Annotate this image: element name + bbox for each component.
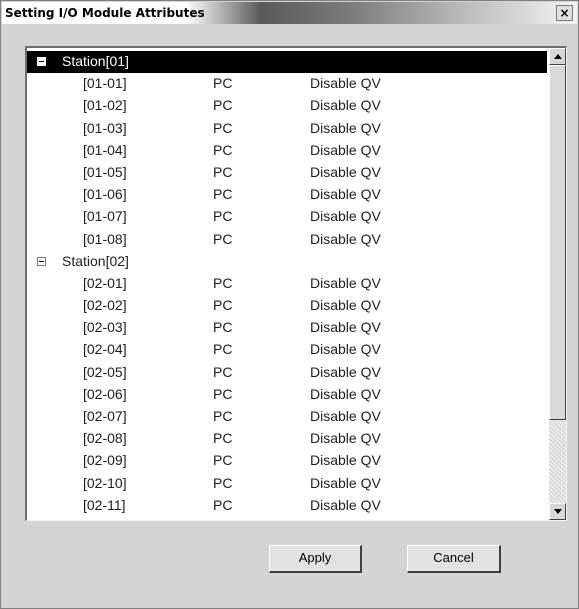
module-attribute: Disable QV: [310, 297, 381, 314]
module-id: [01-08]: [83, 230, 127, 247]
io-module-attributes-dialog: Setting I/O Module Attributes × Station[…: [0, 0, 579, 609]
module-id: [02-06]: [83, 385, 127, 402]
module-attribute: Disable QV: [310, 97, 381, 114]
module-id: [01-07]: [83, 208, 127, 225]
module-attribute: Disable QV: [310, 363, 381, 380]
module-id: [02-09]: [83, 452, 127, 469]
module-attribute: Disable QV: [310, 208, 381, 225]
module-attribute: Disable QV: [310, 496, 381, 513]
module-id: [02-08]: [83, 430, 127, 447]
tree-module-row[interactable]: [02-10] PC Disable QV: [27, 473, 547, 495]
tree-module-row[interactable]: [01-08] PC Disable QV: [27, 229, 547, 251]
scroll-up-button[interactable]: [549, 48, 566, 65]
scroll-down-button[interactable]: [549, 503, 566, 520]
station-label: Station[02]: [62, 252, 129, 269]
module-id: [02-10]: [83, 474, 127, 491]
module-id: [02-05]: [83, 363, 127, 380]
module-attribute: Disable QV: [310, 119, 381, 136]
window-title: Setting I/O Module Attributes: [5, 6, 205, 20]
module-id: [01-02]: [83, 97, 127, 114]
module-type: PC: [213, 430, 233, 447]
module-id: [02-07]: [83, 408, 127, 424]
tree-rows: Station[01] [01-01] PC Disable QV [01-02] PC D…: [27, 51, 547, 517]
module-type: PC: [213, 297, 233, 314]
module-id: [02-02]: [83, 297, 127, 314]
collapse-minus-icon[interactable]: [37, 256, 46, 266]
module-type: PC: [213, 208, 233, 225]
module-tree[interactable]: Station[01] [01-01] PC Disable QV [01-02] PC D…: [25, 46, 567, 521]
module-id: [02-03]: [83, 319, 127, 336]
module-id: [02-01]: [83, 274, 127, 291]
module-attribute: Disable QV: [310, 141, 381, 158]
module-attribute: Disable QV: [310, 274, 381, 291]
vertical-scrollbar[interactable]: [549, 48, 566, 520]
cancel-button[interactable]: Cancel: [407, 545, 501, 573]
module-type: PC: [213, 75, 233, 92]
tree-module-row[interactable]: [01-01] PC Disable QV: [27, 73, 547, 95]
module-type: PC: [213, 496, 233, 513]
tree-module-row[interactable]: [02-09] PC Disable QV: [27, 450, 547, 472]
module-type: PC: [213, 408, 233, 424]
module-type: PC: [213, 230, 233, 247]
module-attribute: Disable QV: [310, 230, 381, 247]
module-type: PC: [213, 385, 233, 402]
module-type: PC: [213, 363, 233, 380]
module-id: [02-11]: [83, 496, 126, 513]
module-attribute: Disable QV: [310, 163, 381, 180]
tree-module-row[interactable]: [02-02] PC Disable QV: [27, 295, 547, 317]
apply-button[interactable]: Apply: [269, 545, 362, 573]
close-button[interactable]: ×: [556, 5, 573, 21]
module-attribute: Disable QV: [310, 341, 381, 358]
tree-module-row[interactable]: [02-07] PC Disable QV: [27, 406, 547, 428]
module-type: PC: [213, 452, 233, 469]
tree-module-row[interactable]: [02-06] PC Disable QV: [27, 384, 547, 406]
tree-module-row[interactable]: [01-05] PC Disable QV: [27, 162, 547, 184]
module-type: PC: [213, 97, 233, 114]
module-attribute: Disable QV: [310, 319, 381, 336]
module-type: PC: [213, 119, 233, 136]
scroll-thumb[interactable]: [549, 65, 566, 420]
module-attribute: Disable QV: [310, 75, 381, 92]
module-attribute: Disable QV: [310, 452, 381, 469]
module-attribute: Disable QV: [310, 408, 381, 424]
module-attribute: Disable QV: [310, 474, 381, 491]
title-bar[interactable]: Setting I/O Module Attributes ×: [2, 2, 577, 24]
tree-module-row[interactable]: [02-03] PC Disable QV: [27, 317, 547, 339]
module-id: [01-01]: [83, 75, 127, 92]
tree-module-row[interactable]: [02-04] PC Disable QV: [27, 339, 547, 361]
tree-module-row[interactable]: [02-05] PC Disable QV: [27, 362, 547, 384]
module-id: [02-04]: [83, 341, 127, 358]
module-type: PC: [213, 474, 233, 491]
collapse-minus-icon[interactable]: [37, 57, 46, 66]
tree-module-row[interactable]: [02-08] PC Disable QV: [27, 428, 547, 450]
tree-module-row[interactable]: [01-03] PC Disable QV: [27, 118, 547, 140]
tree-module-row[interactable]: [01-06] PC Disable QV: [27, 184, 547, 206]
module-type: PC: [213, 319, 233, 336]
module-type: PC: [213, 341, 233, 358]
module-id: [01-05]: [83, 163, 127, 180]
module-attribute: Disable QV: [310, 385, 381, 402]
module-id: [01-04]: [83, 141, 127, 158]
module-type: PC: [213, 186, 233, 203]
tree-station-row[interactable]: Station[01]: [27, 51, 547, 74]
module-id: [01-06]: [83, 186, 127, 203]
module-id: [01-03]: [83, 119, 127, 136]
tree-module-row[interactable]: [01-04] PC Disable QV: [27, 140, 547, 162]
arrow-down-icon: [554, 509, 562, 514]
arrow-up-icon: [554, 54, 562, 59]
station-label: Station[01]: [62, 53, 129, 69]
module-type: PC: [213, 163, 233, 180]
tree-module-row[interactable]: [01-07] PC Disable QV: [27, 206, 547, 228]
tree-module-row[interactable]: [02-11] PC Disable QV: [27, 495, 547, 517]
module-type: PC: [213, 141, 233, 158]
module-attribute: Disable QV: [310, 186, 381, 203]
tree-module-row[interactable]: [01-02] PC Disable QV: [27, 95, 547, 117]
close-icon: ×: [559, 6, 570, 20]
tree-module-row[interactable]: [02-01] PC Disable QV: [27, 273, 547, 295]
module-attribute: Disable QV: [310, 430, 381, 447]
tree-station-row[interactable]: Station[02]: [27, 251, 547, 273]
module-type: PC: [213, 274, 233, 291]
